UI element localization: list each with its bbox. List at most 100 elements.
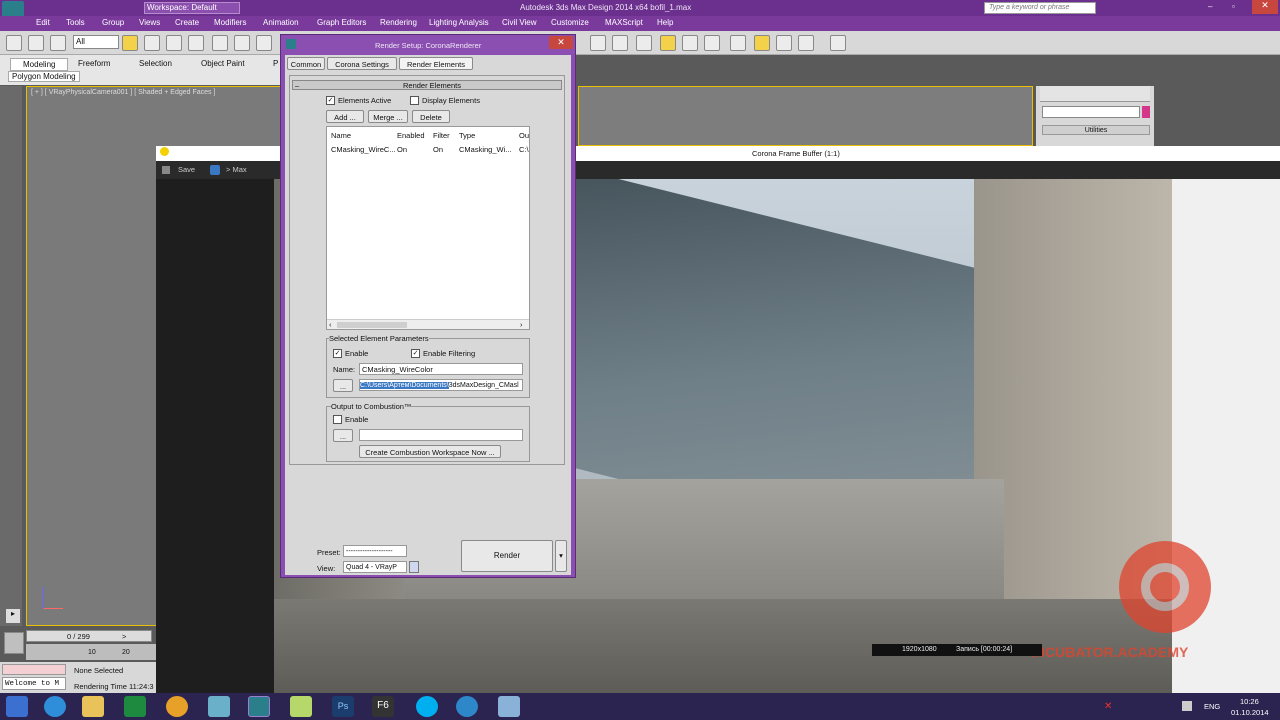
menu-maxscript[interactable]: MAXScript [605,18,643,27]
menu-views[interactable]: Views [139,18,160,27]
col-output[interactable]: Ou [519,131,529,140]
track-bar[interactable]: 10 20 [26,644,156,660]
dialog-close-button[interactable]: ✕ [549,36,573,49]
chrome-icon[interactable] [166,696,188,717]
select-object-icon[interactable] [122,35,138,51]
scroll-left-icon[interactable]: ‹ [329,320,332,329]
minimize-button[interactable]: – [1208,2,1222,12]
command-panel-tabs[interactable] [1040,86,1150,102]
enable-filtering-checkbox[interactable]: ✓ [411,349,420,358]
unlink-icon[interactable] [28,35,44,51]
lock-view-icon[interactable] [409,561,419,573]
move-icon[interactable] [212,35,228,51]
tab-common[interactable]: Common [287,57,325,70]
tray-language[interactable]: ENG [1204,702,1220,711]
combustion-enable-checkbox[interactable] [333,415,342,424]
combustion-browse-button[interactable]: ... [333,429,353,442]
browse-button[interactable]: ... [333,379,353,392]
menu-group[interactable]: Group [102,18,124,27]
select-by-name-icon[interactable] [144,35,160,51]
col-filter[interactable]: Filter [433,131,450,140]
menu-modifiers[interactable]: Modifiers [214,18,246,27]
tab-corona-settings[interactable]: Corona Settings [327,57,397,70]
timeline-slider[interactable]: 0 / 299 > [26,630,152,642]
viewport-top-right[interactable] [578,86,1033,146]
schematic-icon[interactable] [682,35,698,51]
workspace-selector[interactable]: Workspace: Default [144,2,240,14]
excel-icon[interactable] [124,696,146,717]
menu-animation[interactable]: Animation [263,18,299,27]
ribbon-tab-more[interactable]: P [273,59,278,68]
material-editor-icon[interactable] [704,35,720,51]
max-taskbar-icon[interactable] [248,696,270,717]
pointer-icon[interactable] [830,35,846,51]
render-setup-icon[interactable] [730,35,746,51]
maxscript-input[interactable] [2,664,66,675]
delete-button[interactable]: Delete [412,110,450,123]
mirror-icon[interactable] [590,35,606,51]
close-button[interactable]: ✕ [1252,0,1278,14]
curve-editor-icon[interactable] [660,35,676,51]
explorer-icon[interactable] [82,696,104,717]
mini-listener-icon[interactable] [4,632,24,654]
menu-lighting-analysis[interactable]: Lighting Analysis [429,18,489,27]
to-max-button[interactable]: > Max [226,165,247,174]
align-icon[interactable] [612,35,628,51]
render-button[interactable]: Render [461,540,553,572]
viewport-nav-right[interactable]: ▸ [6,609,20,623]
window-crossing-icon[interactable] [188,35,204,51]
rendered-frame-icon[interactable] [754,35,770,51]
tab-render-elements[interactable]: Render Elements [399,57,473,70]
add-button[interactable]: Add ... [326,110,364,123]
scroll-right-icon[interactable]: › [520,320,523,329]
col-enabled[interactable]: Enabled [397,131,425,140]
rotate-icon[interactable] [234,35,250,51]
menu-create[interactable]: Create [175,18,199,27]
menu-graph-editors[interactable]: Graph Editors [317,18,366,27]
ribbon-tab-object-paint[interactable]: Object Paint [201,59,245,68]
skype-icon[interactable] [416,696,438,717]
rollout-header[interactable]: – Render Elements [292,80,562,90]
tray-volume-icon[interactable] [1182,701,1192,711]
menu-help[interactable]: Help [657,18,673,27]
col-name[interactable]: Name [331,131,351,140]
menu-rendering[interactable]: Rendering [380,18,417,27]
menu-tools[interactable]: Tools [66,18,85,27]
elements-active-checkbox[interactable]: ✓ [326,96,335,105]
search-input[interactable]: Type a keyword or phrase [984,2,1096,14]
color-swatch[interactable] [1142,106,1150,118]
ribbon-tab-selection[interactable]: Selection [139,59,172,68]
render-production-icon[interactable] [776,35,792,51]
save-button[interactable]: Save [178,165,195,174]
scroll-thumb[interactable] [337,322,407,328]
ie-icon[interactable] [44,696,66,717]
ribbon-tab-freeform[interactable]: Freeform [78,59,110,68]
preset-dropdown[interactable]: -------------------- [343,545,407,557]
ribbon-tab-modeling[interactable]: Modeling [10,58,69,71]
folder-icon[interactable] [290,696,312,717]
list-scrollbar[interactable]: ‹ › [327,319,529,329]
messenger-icon[interactable] [456,696,478,717]
save-icon[interactable] [162,166,170,174]
merge-button[interactable]: Merge ... [368,110,408,123]
combustion-path-field[interactable] [359,429,523,441]
ribbon-subtab-polygon-modeling[interactable]: Polygon Modeling [8,71,80,82]
notes-icon[interactable] [208,696,230,717]
table-row[interactable]: CMasking_WireC... On On CMasking_Wi... C… [327,143,529,155]
elements-list[interactable]: Name Enabled Filter Type Ou CMasking_Wir… [326,126,530,330]
layer-icon[interactable] [636,35,652,51]
display-elements-checkbox[interactable] [410,96,419,105]
link-icon[interactable] [6,35,22,51]
tray-close-icon[interactable]: ✕ [1104,701,1112,712]
tray-date[interactable]: 01.10.2014 [1231,708,1269,717]
render-type-dropdown[interactable]: ▾ [555,540,567,572]
bind-icon[interactable] [50,35,66,51]
create-combustion-workspace-button[interactable]: Create Combustion Workspace Now ... [359,445,501,458]
enable-checkbox[interactable]: ✓ [333,349,342,358]
name-field[interactable]: CMasking_WireColor [359,363,523,375]
maxscript-listener[interactable]: Welcome to M [2,677,66,690]
command-panel-input[interactable] [1042,106,1140,118]
to-max-icon[interactable] [210,165,220,175]
menu-edit[interactable]: Edit [36,18,50,27]
scale-icon[interactable] [256,35,272,51]
